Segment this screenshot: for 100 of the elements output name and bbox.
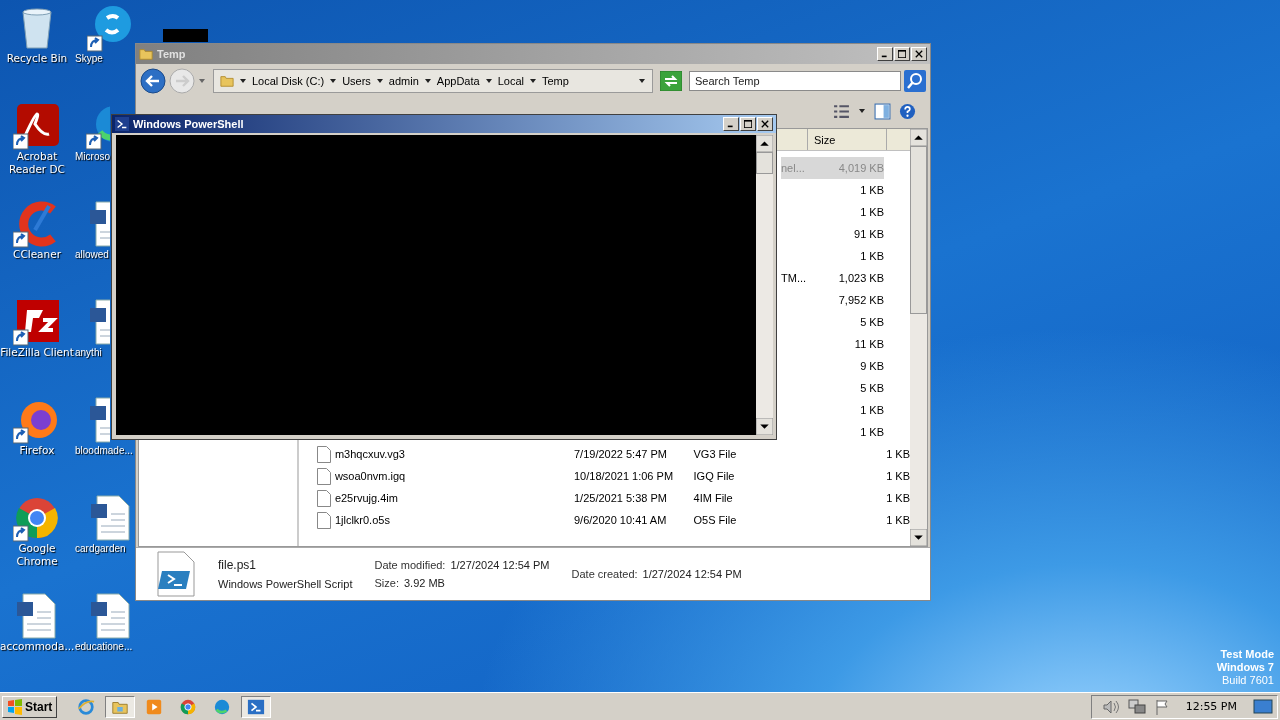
- file-row[interactable]: 91 KB: [781, 223, 884, 245]
- close-icon: [761, 120, 769, 128]
- minimize-button[interactable]: [723, 117, 739, 131]
- file-row[interactable]: 1 KB: [781, 201, 884, 223]
- file-row[interactable]: 1 KB: [781, 399, 884, 421]
- flag-icon[interactable]: [1153, 698, 1170, 715]
- os-build-text: Build 7601: [1222, 674, 1274, 687]
- breadcrumb-item[interactable]: Local: [497, 75, 524, 87]
- file-row[interactable]: wsoa0nvm.igq 10/18/2021 1:06 PM IGQ File 1 KB: [299, 465, 910, 487]
- breadcrumb-item[interactable]: Temp: [541, 75, 569, 87]
- caret-icon[interactable]: [484, 77, 493, 85]
- file-row[interactable]: 1jlclkr0.o5s 9/6/2020 10:41 AM O5S File 1 KB: [299, 509, 910, 531]
- breadcrumb-item[interactable]: AppData: [436, 75, 480, 87]
- scroll-down-icon[interactable]: [910, 529, 927, 546]
- refresh-button[interactable]: [660, 71, 682, 91]
- caret-icon[interactable]: [239, 77, 247, 85]
- file-row[interactable]: 5 KB: [781, 311, 884, 333]
- folder-icon: [220, 74, 234, 88]
- file-row[interactable]: 9 KB: [781, 355, 884, 377]
- table-cell-text: 4IM File: [693, 492, 734, 504]
- taskbar-button[interactable]: [105, 695, 136, 718]
- table-cell-text: 1 KB: [859, 250, 884, 262]
- media-player-icon: [145, 697, 164, 716]
- caret-icon[interactable]: [858, 107, 866, 115]
- redaction-block: [163, 29, 208, 42]
- search-field[interactable]: Search Temp: [689, 71, 901, 91]
- table-cell-text: 7/19/2022 5:47 PM: [573, 448, 668, 460]
- close-button[interactable]: [911, 47, 927, 61]
- file-row[interactable]: 7,952 KB: [781, 289, 884, 311]
- scroll-thumb[interactable]: [756, 152, 773, 174]
- edge-icon: [213, 697, 232, 716]
- desktop-icon-label[interactable]: bloodmade...: [75, 444, 133, 457]
- column-header[interactable]: Size: [807, 129, 887, 150]
- desktop-icon-label[interactable]: Acrobat Reader DC: [0, 150, 74, 176]
- window-title: Temp: [157, 48, 186, 60]
- desktop-icon-label[interactable]: Skype: [75, 52, 103, 65]
- table-cell-text: 1 KB: [885, 492, 910, 504]
- desktop-icon-label[interactable]: accommoda...: [0, 640, 74, 653]
- file-name: wsoa0nvm.igq: [334, 470, 407, 482]
- file-icon: [316, 467, 331, 485]
- scroll-up-icon[interactable]: [910, 129, 927, 146]
- scrollbar[interactable]: [756, 135, 773, 435]
- field-value: 1/27/2024 12:54 PM: [642, 568, 742, 580]
- help-icon[interactable]: [899, 102, 916, 120]
- caret-icon[interactable]: [423, 77, 432, 85]
- caret-icon[interactable]: [375, 77, 384, 85]
- scrollbar[interactable]: [910, 129, 927, 546]
- table-cell: nel...: [781, 162, 805, 174]
- maximize-button[interactable]: [740, 117, 756, 131]
- address-bar[interactable]: Local Disk (C:) Users admin AppData Local Temp: [213, 69, 653, 93]
- view-list-icon[interactable]: [833, 102, 850, 120]
- file-row[interactable]: TM... 1,023 KB: [781, 267, 884, 289]
- desktop-icon-label[interactable]: allowed: [75, 248, 109, 261]
- caret-icon[interactable]: [329, 77, 338, 85]
- file-icon: [316, 511, 331, 529]
- field-label: Size:: [374, 577, 399, 589]
- preview-pane-icon[interactable]: [874, 102, 891, 120]
- file-row[interactable]: 11 KB: [781, 333, 884, 355]
- desktop-icon-label[interactable]: Firefox: [0, 444, 74, 457]
- start-button[interactable]: Start: [2, 695, 58, 718]
- caret-icon[interactable]: [638, 77, 646, 85]
- pdf-icon[interactable]: [13, 102, 61, 150]
- os-build-text: Windows 7: [1216, 661, 1274, 674]
- desktop-icon-label[interactable]: educatione...: [75, 640, 133, 653]
- table-cell-text: 1 KB: [859, 426, 884, 438]
- table-cell: TM...: [781, 272, 807, 284]
- network-icon[interactable]: [1127, 698, 1146, 715]
- scroll-up-icon[interactable]: [756, 135, 773, 152]
- breadcrumb-item[interactable]: Local Disk (C:): [252, 75, 325, 87]
- show-desktop-icon[interactable]: [1253, 698, 1273, 715]
- search-icon[interactable]: [904, 70, 926, 92]
- desktop-icon-label[interactable]: Recycle Bin: [0, 52, 74, 65]
- breadcrumb-item[interactable]: admin: [388, 75, 419, 87]
- desktop-icon-label[interactable]: anythi: [75, 346, 102, 359]
- table-cell: 1,023 KB: [837, 272, 884, 284]
- desktop-icon-label[interactable]: Google Chrome: [0, 542, 74, 568]
- desktop-icon-label[interactable]: CCleaner: [0, 248, 74, 261]
- close-button[interactable]: [757, 117, 773, 131]
- file-row[interactable]: m3hqcxuv.vg3 7/19/2022 5:47 PM VG3 File 1 KB: [299, 443, 910, 465]
- back-button[interactable]: [140, 68, 166, 94]
- speaker-icon[interactable]: [1101, 698, 1120, 715]
- file-row[interactable]: 5 KB: [781, 377, 884, 399]
- ie-icon: [77, 697, 96, 716]
- file-row[interactable]: 1 KB: [781, 179, 884, 201]
- breadcrumb-item[interactable]: Users: [342, 75, 371, 87]
- taskbar-button[interactable]: [241, 695, 272, 718]
- table-cell-text: 9 KB: [859, 360, 884, 372]
- caret-icon[interactable]: [528, 77, 537, 85]
- desktop-icon-label[interactable]: FileZilla Client: [0, 346, 74, 359]
- file-row[interactable]: 1 KB: [781, 421, 884, 443]
- table-cell-text: 1 KB: [859, 206, 884, 218]
- maximize-button[interactable]: [894, 47, 910, 61]
- minimize-button[interactable]: [877, 47, 893, 61]
- file-row[interactable]: 1 KB: [781, 245, 884, 267]
- filezilla-icon[interactable]: [13, 298, 61, 346]
- scroll-down-icon[interactable]: [756, 418, 773, 435]
- file-row[interactable]: e25rvujg.4im 1/25/2021 5:38 PM 4IM File 1 KB: [299, 487, 910, 509]
- desktop-icon-label[interactable]: Microso: [75, 150, 110, 163]
- desktop-icon-label[interactable]: cardgarden: [75, 542, 126, 555]
- clock[interactable]: 12:55 PM: [1185, 700, 1237, 713]
